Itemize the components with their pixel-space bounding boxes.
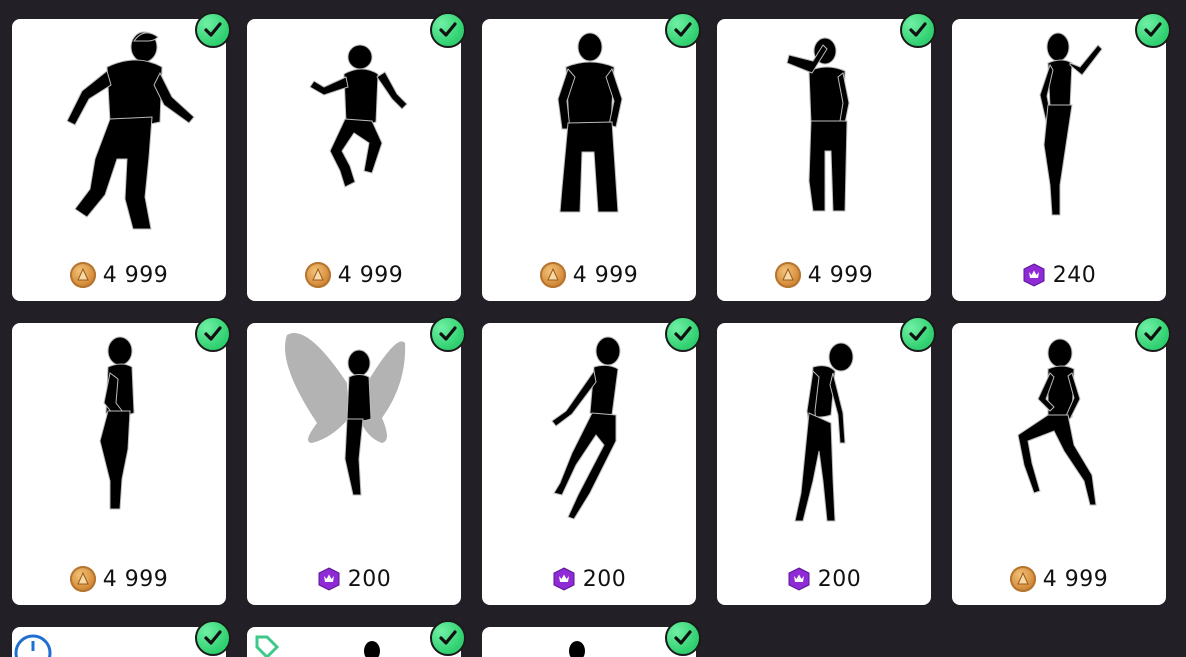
pose-silhouette: [285, 333, 406, 496]
pose-silhouette: [794, 342, 854, 522]
emote-card-7[interactable]: 200: [247, 316, 466, 605]
price-tag: 200: [717, 564, 931, 594]
pose-silhouette: [1039, 32, 1103, 216]
checkmark-icon: [900, 12, 936, 48]
clock-icon: [14, 634, 52, 657]
pose-silhouette: [569, 641, 585, 657]
coin-icon: [69, 566, 96, 592]
tag-icon: [255, 635, 280, 657]
price-value: 4 999: [807, 262, 874, 288]
price-value: 240: [1052, 262, 1097, 288]
emote-card-9[interactable]: 200: [717, 316, 936, 605]
pose-silhouette: [557, 32, 623, 213]
emote-card-13[interactable]: [482, 620, 701, 657]
emote-card-10[interactable]: 4 999: [952, 316, 1171, 605]
emote-card-8[interactable]: 200: [482, 316, 701, 605]
pose-silhouette: [1017, 338, 1097, 506]
price-value: 4 999: [1042, 566, 1109, 592]
price-value: 4 999: [102, 566, 169, 592]
emote-card-12[interactable]: [247, 620, 466, 657]
price-value: 200: [582, 566, 627, 592]
emote-card-3[interactable]: 4 999: [482, 12, 701, 301]
price-value: 4 999: [102, 262, 169, 288]
emote-card-6[interactable]: 4 999: [12, 316, 231, 605]
emote-card-5[interactable]: 240: [952, 12, 1171, 301]
price-value: 200: [817, 566, 862, 592]
checkmark-icon: [195, 12, 231, 48]
price-tag: 200: [247, 564, 461, 594]
pose-silhouette: [364, 641, 380, 657]
checkmark-icon: [1135, 12, 1171, 48]
emote-card-11[interactable]: [12, 620, 231, 657]
checkmark-icon: [900, 316, 936, 352]
emote-card-2[interactable]: 4 999: [247, 12, 466, 301]
checkmark-icon: [430, 316, 466, 352]
price-tag: 4 999: [12, 260, 226, 290]
price-tag: 4 999: [247, 260, 461, 290]
emote-card-4[interactable]: 4 999: [717, 12, 936, 301]
checkmark-icon: [1135, 316, 1171, 352]
coin-icon: [774, 262, 801, 288]
checkmark-icon: [195, 316, 231, 352]
coin-icon: [304, 262, 331, 288]
pose-silhouette: [66, 31, 195, 230]
price-tag: 200: [482, 564, 696, 594]
price-value: 200: [347, 566, 392, 592]
crown-gem-icon: [552, 567, 576, 591]
price-tag: 4 999: [952, 564, 1166, 594]
price-value: 4 999: [337, 262, 404, 288]
checkmark-icon: [665, 316, 701, 352]
pose-silhouette: [309, 44, 408, 188]
pose-silhouette: [551, 336, 621, 520]
pose-silhouette: [99, 336, 135, 510]
coin-icon: [539, 262, 566, 288]
price-tag: 4 999: [482, 260, 696, 290]
price-tag: 4 999: [717, 260, 931, 290]
checkmark-icon: [665, 12, 701, 48]
crown-gem-icon: [1022, 263, 1046, 287]
price-value: 4 999: [572, 262, 639, 288]
crown-gem-icon: [787, 567, 811, 591]
crown-gem-icon: [317, 567, 341, 591]
coin-icon: [1009, 566, 1036, 592]
emote-card-1[interactable]: 4 999: [12, 12, 231, 301]
price-tag: 240: [952, 260, 1166, 290]
coin-icon: [69, 262, 96, 288]
pose-silhouette: [786, 37, 850, 212]
checkmark-icon: [430, 12, 466, 48]
price-tag: 4 999: [12, 564, 226, 594]
